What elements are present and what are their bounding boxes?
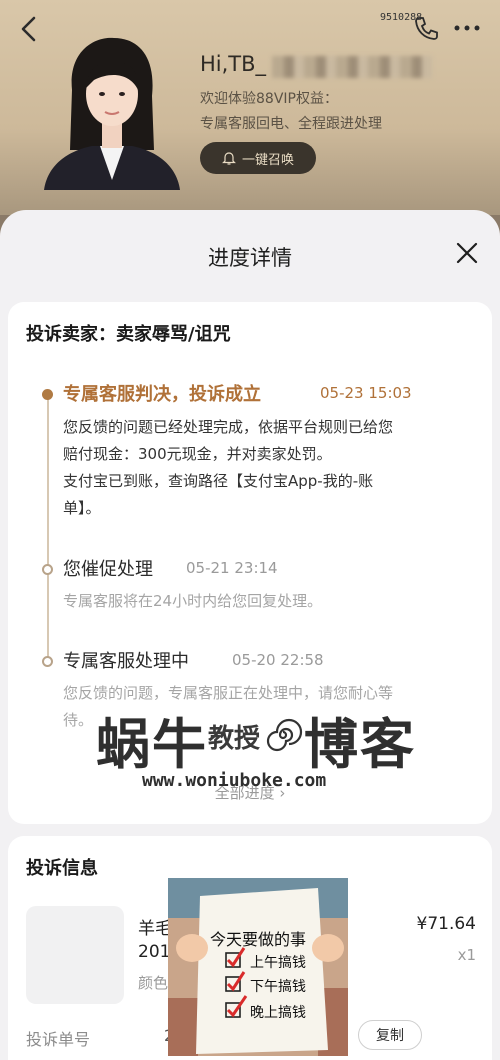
chevron-left-icon xyxy=(21,16,36,42)
step-line: 您反馈的问题已经处理完成，依据平台规则已给您 xyxy=(63,418,394,436)
step-title: 专属客服判决，投诉成立 xyxy=(63,384,261,405)
vip-header: 9510288 Hi,TB_ 欢迎体验88VIP权益： 专属客服回电、全程跟进处… xyxy=(0,0,500,215)
meme-item: 晚上搞钱 xyxy=(250,1005,306,1021)
close-icon xyxy=(456,242,478,264)
more-horizontal-icon xyxy=(454,25,480,31)
step-line: 赔付现金：300元现金，并对卖家处罚。 xyxy=(63,445,332,463)
step-time: 05-20 22:58 xyxy=(232,651,324,669)
step-body: 您反馈的问题已经处理完成，依据平台规则已给您 赔付现金：300元现金，并对卖家处… xyxy=(63,414,473,522)
step-line: 支付宝已到账，查询路径【支付宝App-我的-账 xyxy=(63,472,374,490)
meme-sticker: 今天要做的事 上午搞钱 下午搞钱 晚上搞钱 xyxy=(168,878,348,1056)
order-number-label: 投诉单号 xyxy=(26,1030,91,1049)
product-spec: 颜色 xyxy=(138,974,169,992)
meme-item: 上午搞钱 xyxy=(250,955,306,971)
complaint-title: 投诉卖家：卖家辱骂/诅咒 xyxy=(26,324,231,345)
service-agent-avatar xyxy=(42,30,182,190)
masked-username xyxy=(272,56,432,78)
greeting-text: Hi,TB_ xyxy=(200,52,267,76)
meme-title: 今天要做的事 xyxy=(210,930,307,949)
watermark-url: www.woniuboke.com xyxy=(142,770,327,791)
copy-button[interactable]: 复制 xyxy=(358,1020,422,1050)
watermark-brand: 蜗牛 xyxy=(96,713,208,776)
step-title: 专属客服处理中 xyxy=(63,651,189,672)
timeline-dot xyxy=(42,656,53,667)
step-line: 单】。 xyxy=(63,499,101,517)
timeline-line xyxy=(47,399,49,661)
meme-item: 下午搞钱 xyxy=(250,979,306,995)
product-quantity: x1 xyxy=(457,946,476,964)
more-button[interactable] xyxy=(452,12,482,49)
bell-icon xyxy=(222,152,236,165)
phone-icon[interactable] xyxy=(412,14,440,42)
timeline-dot xyxy=(42,564,53,575)
step-line: 专属客服将在24小时内给您回复处理。 xyxy=(63,592,323,610)
summon-button[interactable]: 一键召唤 xyxy=(200,142,316,174)
service-desc-text: 专属客服回电、全程跟进处理 xyxy=(200,116,382,132)
product-price: ¥71.64 xyxy=(416,914,476,934)
step-body: 专属客服将在24小时内给您回复处理。 xyxy=(63,588,473,615)
step-time: 05-21 23:14 xyxy=(186,559,278,577)
complaint-info-title: 投诉信息 xyxy=(26,858,98,879)
summon-label: 一键召唤 xyxy=(241,152,294,168)
watermark-blog: 博客 xyxy=(304,713,416,776)
timeline-dot-active xyxy=(42,389,53,400)
close-button[interactable] xyxy=(454,240,480,266)
sheet-title: 进度详情 xyxy=(208,246,292,270)
step-title: 您催促处理 xyxy=(63,559,153,580)
watermark-logo: 蜗牛 教授 博客 www.woniuboke.com xyxy=(96,700,436,800)
product-name-line2: 201 xyxy=(138,942,171,962)
step-time: 05-23 15:03 xyxy=(320,384,412,402)
watermark-sub: 教授 xyxy=(208,724,261,754)
welcome-text: 欢迎体验88VIP权益： xyxy=(200,91,338,107)
product-name[interactable]: 羊毛 xyxy=(138,914,172,939)
product-thumbnail[interactable] xyxy=(26,906,124,1004)
snail-shell-icon xyxy=(266,718,303,752)
